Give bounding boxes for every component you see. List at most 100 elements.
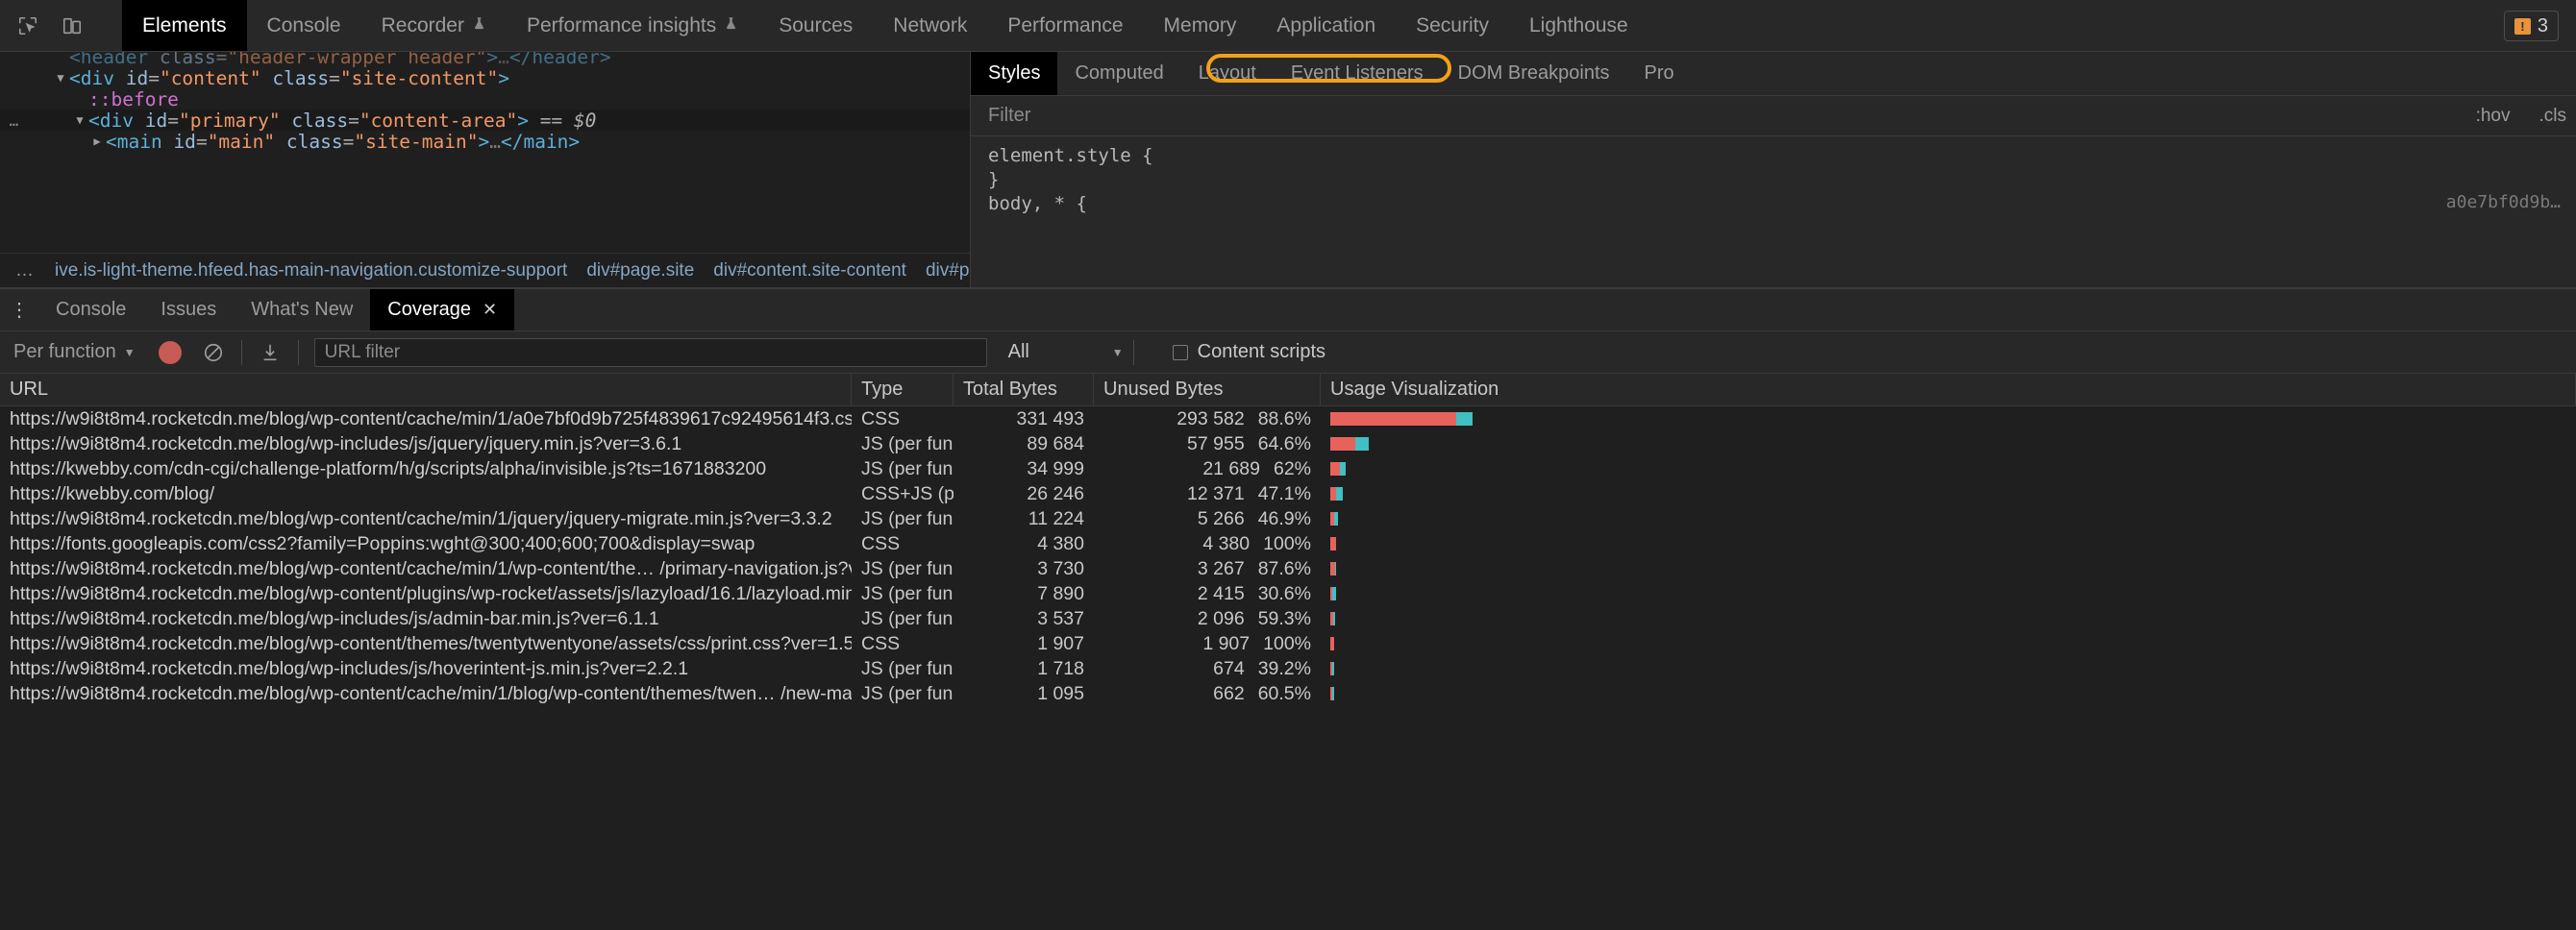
- unused-bytes-percent: 100%: [1263, 632, 1311, 654]
- cell-unused-bytes: 57 955 64.6%: [1094, 431, 1321, 456]
- dom-node-row[interactable]: ::before: [0, 88, 970, 110]
- table-row[interactable]: https://w9i8t8m4.rocketcdn.me/blog/wp-co…: [0, 506, 2576, 531]
- main-panel-tabs: Elements Console Recorder Performance insig…: [122, 0, 1648, 51]
- drawer-tab-what-s-new[interactable]: What's New: [234, 289, 370, 330]
- tab-network[interactable]: Network: [873, 0, 987, 51]
- warnings-badge[interactable]: ! 3: [2503, 11, 2559, 41]
- drawer-tab-issues[interactable]: Issues: [143, 289, 234, 330]
- record-button[interactable]: [158, 340, 182, 364]
- column-header-usage[interactable]: Usage Visualization: [1321, 374, 2576, 405]
- chevron-right-icon[interactable]: ▶: [88, 135, 106, 148]
- content-scripts-checkbox[interactable]: Content scripts: [1172, 341, 1325, 363]
- cell-unused-bytes: 21 689 62%: [1094, 456, 1321, 481]
- styles-tab-event-listeners[interactable]: Event Listeners: [1274, 52, 1441, 95]
- table-row[interactable]: https://w9i8t8m4.rocketcdn.me/blog/wp-co…: [0, 631, 2576, 656]
- table-row[interactable]: https://w9i8t8m4.rocketcdn.me/blog/wp-co…: [0, 556, 2576, 581]
- table-row[interactable]: https://w9i8t8m4.rocketcdn.me/blog/wp-co…: [0, 581, 2576, 606]
- column-header-type[interactable]: Type: [852, 374, 954, 405]
- table-row[interactable]: https://kwebby.com/blog/CSS+JS (p… 26 246…: [0, 481, 2576, 506]
- table-row[interactable]: https://w9i8t8m4.rocketcdn.me/blog/wp-in…: [0, 656, 2576, 681]
- url-filter-input[interactable]: URL filter: [313, 337, 987, 367]
- tab-recorder[interactable]: Recorder: [361, 0, 507, 51]
- tab-label: Performance insights: [526, 13, 717, 37]
- type-filter-select[interactable]: All ▼: [1008, 341, 1124, 363]
- chevron-down-icon[interactable]: ▼: [52, 71, 69, 85]
- unused-bytes-value: 2 096: [1197, 607, 1245, 629]
- dom-tree-pane[interactable]: <header class="header-wrapper header">…<…: [0, 52, 971, 287]
- style-rule-selector: body, * {: [988, 193, 1087, 214]
- tab-sources[interactable]: Sources: [758, 0, 873, 51]
- styles-filter-input[interactable]: Filter: [988, 105, 2457, 127]
- style-rule[interactable]: element.style {}: [988, 144, 2576, 192]
- usage-bar: [1330, 537, 1336, 551]
- coverage-mode-select[interactable]: Per function ▼: [13, 341, 145, 363]
- cell-type: JS (per fun…: [861, 657, 954, 679]
- unused-bytes-value: 57 955: [1187, 432, 1245, 454]
- tab-performance[interactable]: Performance: [987, 0, 1143, 51]
- breadcrumb-item[interactable]: div#primary.content-area: [916, 260, 970, 281]
- dom-node-row[interactable]: … ▼ <div id="primary" class="content-area"…: [0, 110, 970, 132]
- table-row[interactable]: https://fonts.googleapis.com/css2?family…: [0, 531, 2576, 556]
- styles-tab-styles[interactable]: Styles: [971, 52, 1058, 95]
- cell-usage-visualization: [1321, 456, 2576, 481]
- usage-bar-used: [1331, 587, 1336, 600]
- table-row[interactable]: https://w9i8t8m4.rocketcdn.me/blog/wp-in…: [0, 431, 2576, 456]
- breadcrumb-item[interactable]: div#content.site-content: [704, 260, 916, 281]
- table-row[interactable]: https://w9i8t8m4.rocketcdn.me/blog/wp-in…: [0, 606, 2576, 631]
- style-rule-source[interactable]: a0e7bf0d9b…: [2446, 192, 2561, 212]
- drawer-tab-coverage[interactable]: Coverage ✕: [370, 289, 515, 330]
- clear-icon[interactable]: [199, 338, 228, 367]
- close-icon[interactable]: ✕: [483, 300, 497, 320]
- tab-memory[interactable]: Memory: [1144, 0, 1257, 51]
- styles-tab-dom-breakpoints[interactable]: DOM Breakpoints: [1441, 52, 1627, 95]
- tab-lighthouse[interactable]: Lighthouse: [1509, 0, 1648, 51]
- breadcrumb-item[interactable]: ive.is-light-theme.hfeed.has-main-naviga…: [45, 260, 577, 281]
- tab-console[interactable]: Console: [247, 0, 361, 51]
- drawer-tabs: ⋮ Console Issues What's New Coverage ✕: [0, 289, 2576, 331]
- table-row[interactable]: https://w9i8t8m4.rocketcdn.me/blog/wp-co…: [0, 681, 2576, 706]
- tab-elements[interactable]: Elements: [122, 0, 247, 51]
- unused-bytes-value: 2 415: [1197, 582, 1245, 604]
- styles-tab-layout[interactable]: Layout: [1181, 52, 1274, 95]
- cell-url: https://w9i8t8m4.rocketcdn.me/blog/wp-co…: [10, 682, 852, 704]
- tab-label: Application: [1276, 13, 1376, 37]
- inspect-element-icon[interactable]: [13, 12, 42, 40]
- column-header-total[interactable]: Total Bytes: [954, 374, 1094, 405]
- dom-node-row[interactable]: ▶ <main id="main" class="site-main">…</ma…: [0, 131, 970, 153]
- cell-total-bytes: 11 224: [1028, 507, 1084, 529]
- dom-node-row[interactable]: ▼ <div id="content" class="site-content">: [0, 67, 970, 89]
- styles-tab-pro[interactable]: Pro: [1627, 52, 1692, 95]
- usage-bar-unused: [1330, 412, 1457, 426]
- table-row[interactable]: https://kwebby.com/cdn-cgi/challenge-pla…: [0, 456, 2576, 481]
- export-icon[interactable]: [256, 338, 285, 367]
- tab-application[interactable]: Application: [1256, 0, 1396, 51]
- tab-performance-insights[interactable]: Performance insights: [507, 0, 758, 51]
- dom-row-gutter[interactable]: …: [0, 111, 29, 130]
- cell-type: JS (per fun…: [861, 457, 954, 479]
- device-toolbar-icon[interactable]: [58, 12, 87, 40]
- styles-tab-computed[interactable]: Computed: [1057, 52, 1180, 95]
- toolbar-divider-2: [240, 339, 242, 365]
- cls-button[interactable]: .cls: [2530, 106, 2576, 127]
- cell-type: CSS: [861, 632, 901, 654]
- drawer-panel: ⋮ Console Issues What's New Coverage ✕ Per f…: [0, 54, 2576, 930]
- unused-bytes-percent: 100%: [1263, 532, 1311, 554]
- column-header-url[interactable]: URL: [0, 374, 852, 405]
- cell-url: https://kwebby.com/cdn-cgi/challenge-pla…: [10, 457, 767, 479]
- tab-label: Recorder: [381, 13, 464, 37]
- drawer-more-menu-icon[interactable]: ⋮: [0, 289, 38, 330]
- breadcrumb-item[interactable]: div#page.site: [577, 260, 704, 281]
- column-header-unused[interactable]: Unused Bytes: [1094, 374, 1321, 405]
- chevron-down-icon[interactable]: ▼: [71, 113, 88, 127]
- style-rule[interactable]: body, * { a0e7bf0d9b…: [988, 192, 2576, 216]
- usage-bar-used: [1331, 662, 1334, 675]
- drawer-tab-console[interactable]: Console: [38, 289, 143, 330]
- dom-node-row[interactable]: <header class="header-wrapper header">…<…: [0, 52, 970, 68]
- table-row[interactable]: https://w9i8t8m4.rocketcdn.me/blog/wp-co…: [0, 406, 2576, 431]
- tab-security[interactable]: Security: [1396, 0, 1509, 51]
- cell-usage-visualization: [1321, 681, 2576, 706]
- breadcrumb-overflow[interactable]: …: [6, 260, 45, 281]
- hov-button[interactable]: :hov: [2466, 106, 2520, 127]
- unused-bytes-percent: 87.6%: [1257, 557, 1311, 579]
- unused-bytes-percent: 59.3%: [1257, 607, 1311, 629]
